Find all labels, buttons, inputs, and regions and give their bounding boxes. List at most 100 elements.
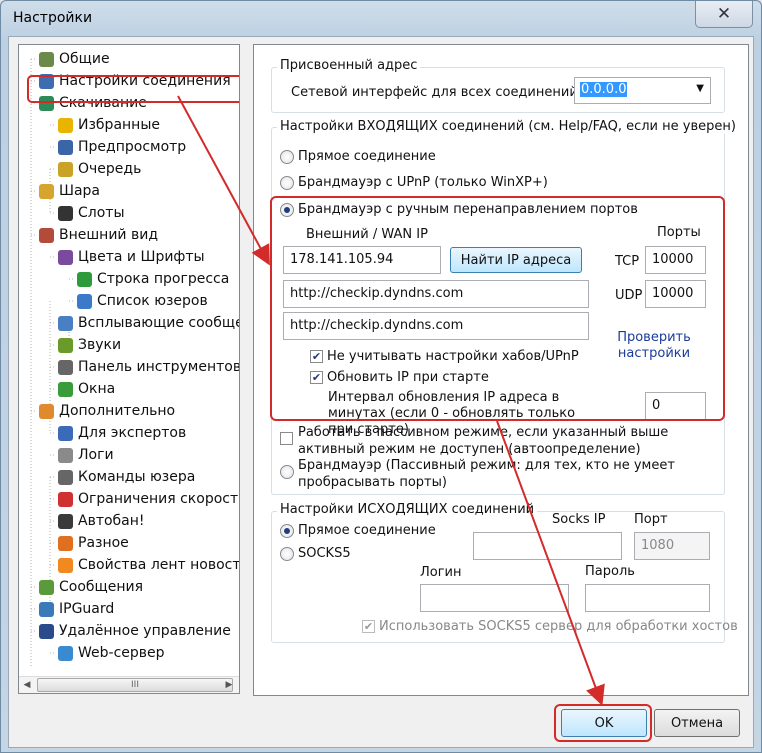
annotation-box-manual-forwarding [270, 196, 725, 421]
tree-item[interactable]: Логи [58, 444, 114, 466]
outgoing-direct-radio[interactable] [280, 524, 294, 538]
incoming-upnp-label: Брандмауэр с UPnP (только WinXP+) [298, 175, 548, 190]
tree-item[interactable]: Для экспертов [58, 422, 186, 444]
close-button[interactable]: ✕ [695, 1, 753, 28]
scroll-thumb[interactable]: III [37, 678, 233, 692]
tree-item[interactable]: Слоты [58, 202, 125, 224]
use-socks-hosts-label: Использовать SOCKS5 сервер для обработки… [379, 619, 738, 634]
tree-item[interactable]: Разное [58, 532, 129, 554]
scroll-left-icon[interactable]: ◀ [19, 678, 35, 693]
tree-item[interactable]: Окна [58, 378, 115, 400]
tree-item-label: Очередь [78, 161, 142, 177]
login-input[interactable] [420, 584, 569, 612]
tree-item-label: Web-сервер [78, 645, 165, 661]
tree-item[interactable]: Сообщения [39, 576, 143, 598]
annotation-box-ok [554, 704, 652, 742]
tree-item[interactable]: Цвета и Шрифты [58, 246, 205, 268]
tree-item[interactable]: Web-сервер [58, 642, 165, 664]
remote-icon [39, 623, 54, 639]
tree-item[interactable]: Избранные [58, 114, 160, 136]
tree-item-label: IPGuard [59, 601, 115, 617]
tree-item[interactable]: Шара [39, 180, 100, 202]
interface-select[interactable]: 0.0.0.0 ▼ [574, 77, 711, 104]
close-icon: ✕ [716, 4, 732, 24]
preview-icon [58, 139, 73, 155]
popup-icon [58, 315, 73, 331]
assigned-address-title: Присвоенный адрес [277, 58, 421, 73]
tree-item[interactable]: Очередь [58, 158, 141, 180]
login-label: Логин [420, 565, 462, 580]
incoming-upnp-radio[interactable] [280, 176, 294, 190]
speed-limit-icon [58, 491, 73, 507]
tree-item[interactable]: IPGuard [39, 598, 114, 620]
userlist-icon [77, 293, 92, 309]
tree-item[interactable]: Дополнительно [39, 400, 175, 422]
outgoing-socks-radio[interactable] [280, 547, 294, 561]
tree-item-label: Внешний вид [59, 227, 159, 243]
toolbar-icon [58, 359, 73, 375]
password-label: Пароль [585, 564, 635, 579]
autoban-icon [58, 513, 73, 529]
passive-fallback-checkbox[interactable] [280, 432, 293, 445]
tree-item-label: Список юзеров [97, 293, 208, 309]
appearance-icon [39, 227, 54, 243]
webserver-icon [58, 645, 73, 661]
colors-fonts-icon [58, 249, 73, 265]
tree-item-label: Ограничения скорост [78, 491, 239, 507]
tree-item-label: Логи [78, 447, 114, 463]
tree-item-label: Шара [59, 183, 101, 199]
tree-item-label: Слоты [78, 205, 125, 221]
tree-item[interactable]: Панель инструментов [58, 356, 240, 378]
socks-ip-label: Socks IP [552, 512, 606, 527]
passive-firewall-radio[interactable] [280, 465, 294, 479]
chevron-down-icon: ▼ [696, 83, 704, 94]
tree-item[interactable]: Внешний вид [39, 224, 158, 246]
cancel-button[interactable]: Отмена [654, 709, 740, 737]
queue-icon [58, 161, 73, 177]
tree-item-label: Строка прогресса [97, 271, 230, 287]
tree-item-label: Предпросмотр [78, 139, 187, 155]
tree-item-label: Дополнительно [59, 403, 176, 419]
tree-item[interactable]: Автобан! [58, 510, 145, 532]
tree-item[interactable]: Свойства лент новосте [58, 554, 239, 576]
incoming-title: Настройки ВХОДЯЩИХ соединений (см. Help/… [277, 119, 739, 134]
tree-item-label: Окна [78, 381, 116, 397]
tree-horizontal-scrollbar[interactable]: ◀ III ▶ [19, 676, 239, 693]
tree-item-label: Сообщения [59, 579, 144, 595]
advanced-icon [39, 403, 54, 419]
password-input[interactable] [585, 584, 710, 612]
tree-item[interactable]: Удалённое управление [39, 620, 231, 642]
tree-item[interactable]: Всплывающие сообще [58, 312, 240, 334]
tree-item-label: Цвета и Шрифты [78, 249, 205, 265]
messages-icon [39, 579, 54, 595]
tree-item-label: Всплывающие сообще [78, 315, 240, 331]
interface-label: Сетевой интерфейс для всех соединений [291, 85, 578, 100]
tree-item[interactable]: Предпросмотр [58, 136, 186, 158]
tree-item[interactable]: Ограничения скорост [58, 488, 238, 510]
tree-item[interactable]: Общие [39, 48, 110, 70]
tree-item[interactable]: Команды юзера [58, 466, 195, 488]
tree-item-label: Общие [59, 51, 110, 67]
outgoing-title: Настройки ИСХОДЯЩИХ соединений [277, 502, 538, 517]
socks-ip-input[interactable] [473, 532, 622, 560]
tree-item[interactable]: Звуки [58, 334, 121, 356]
outgoing-socks-label: SOCKS5 [298, 546, 351, 561]
tree-item-label: Панель инструментов [78, 359, 240, 375]
expert-icon [58, 425, 73, 441]
ipguard-icon [39, 601, 54, 617]
socks-port-label: Порт [634, 512, 668, 527]
annotation-box-connection-settings [27, 75, 239, 103]
socks-port-input[interactable]: 1080 [634, 532, 710, 560]
general-icon [39, 51, 54, 67]
use-socks-hosts-checkbox[interactable]: ✔ [362, 620, 375, 633]
settings-tree[interactable]: ◀ III ▶ Общие Настройки соединения Скачива… [18, 44, 240, 694]
passive-firewall-label: Брандмауэр (Пассивный режим: для тех, кт… [298, 458, 675, 490]
logs-icon [58, 447, 73, 463]
incoming-direct-radio[interactable] [280, 150, 294, 164]
windows-icon [58, 381, 73, 397]
tree-item[interactable]: Строка прогресса [77, 268, 229, 290]
window-title: Настройки [13, 10, 93, 26]
tree-item-label: Автобан! [78, 513, 145, 529]
tree-item[interactable]: Список юзеров [77, 290, 208, 312]
scroll-right-icon[interactable]: ▶ [221, 678, 237, 693]
